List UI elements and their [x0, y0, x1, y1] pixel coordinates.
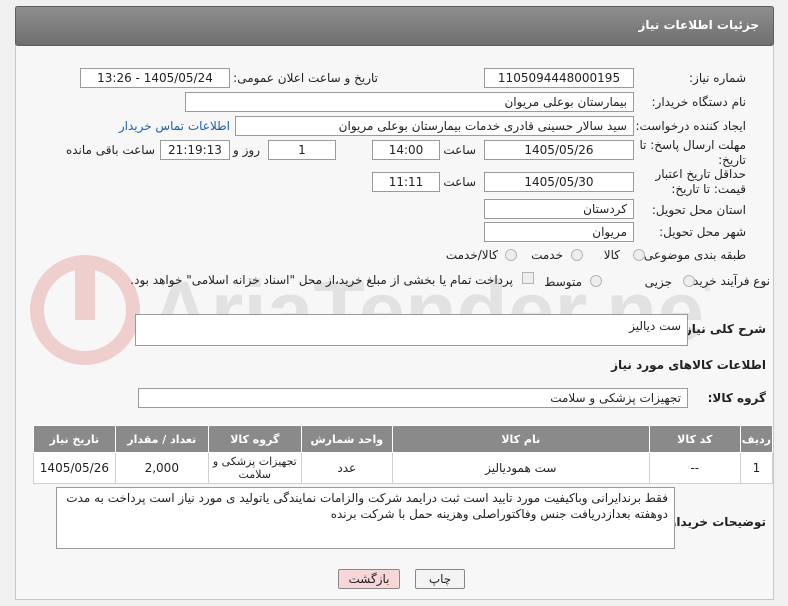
cell-code: --	[648, 452, 741, 484]
reply-deadline-label: مهلت ارسال پاسخ: تا تاریخ:	[639, 138, 746, 167]
category-both-label: کالا/خدمت	[445, 248, 498, 262]
need-number-label: شماره نیاز:	[689, 71, 746, 85]
back-button[interactable]: بازگشت	[338, 569, 400, 589]
goods-group-field: تجهیزات پزشکی و سلامت	[138, 388, 688, 408]
table-header-row: ردیف کد کالا نام کالا واحد شمارش گروه کا…	[33, 425, 774, 453]
col-row: ردیف	[739, 425, 774, 453]
requester-label: ایجاد کننده درخواست:	[635, 119, 746, 133]
goods-info-title: اطلاعات کالاهای مورد نیاز	[611, 358, 766, 372]
category-goods-label: کالا	[603, 248, 620, 262]
process-label: نوع فرآیند خرید :	[685, 274, 770, 288]
treasury-payment-note: پرداخت تمام یا بخشی از مبلغ خرید،از محل …	[130, 273, 513, 287]
cell-row: 1	[739, 452, 774, 484]
buyer-contact-link[interactable]: اطلاعات تماس خریدار	[119, 119, 230, 133]
cell-date: 1405/05/26	[33, 452, 116, 484]
buyer-notes-field: فقط برندایرانی وباکیفیت مورد تایید است ث…	[56, 487, 675, 549]
description-field: ست دیالیز	[135, 314, 688, 346]
page-title: جزئیات اطلاعات نیاز	[638, 18, 759, 32]
announce-label: تاریخ و ساعت اعلان عمومی:	[233, 71, 378, 85]
process-medium-label: متوسط	[544, 275, 582, 289]
col-name: نام کالا	[391, 425, 650, 453]
reply-date-field: 1405/05/26	[484, 140, 634, 160]
category-goods-radio[interactable]	[633, 249, 645, 261]
province-field: کردستان	[484, 199, 634, 219]
price-validity-label: حداقل تاریخ اعتبار قیمت: تا تاریخ:	[655, 167, 746, 196]
remaining-time-field: 21:19:13	[160, 140, 230, 160]
page-header: جزئیات اطلاعات نیاز	[15, 6, 774, 46]
days-label: روز و	[233, 143, 260, 157]
cell-qty: 2,000	[114, 452, 209, 484]
print-button[interactable]: چاپ	[415, 569, 465, 589]
announce-field: 1405/05/24 - 13:26	[80, 68, 230, 88]
days-field: 1	[268, 140, 336, 160]
cell-unit: عدد	[300, 452, 393, 484]
reply-time-field: 14:00	[372, 140, 440, 160]
process-medium-radio[interactable]	[590, 275, 602, 287]
reply-time-label: ساعت	[443, 143, 476, 157]
remaining-label: ساعت باقی مانده	[65, 143, 155, 157]
cell-group: تجهیزات پزشکی و سلامت	[207, 452, 302, 484]
description-label: شرح کلی نیاز:	[680, 322, 766, 336]
process-partial-label: جزیی	[644, 275, 672, 289]
cell-name: ست همودیالیز	[391, 452, 650, 484]
goods-group-label: گروه کالا:	[707, 391, 766, 405]
price-validity-time-label: ساعت	[443, 175, 476, 189]
requester-field: سید سالار حسینی قادری خدمات بیمارستان بو…	[235, 116, 634, 136]
table-row: 1 -- ست همودیالیز عدد تجهیزات پزشکی و سل…	[33, 452, 774, 484]
category-both-radio[interactable]	[505, 249, 517, 261]
treasury-payment-checkbox[interactable]	[522, 272, 534, 284]
category-service-label: خدمت	[531, 248, 563, 262]
buyer-org-label: نام دستگاه خریدار:	[651, 95, 747, 109]
category-label: طبقه بندی موضوعی:	[639, 248, 746, 262]
col-code: کد کالا	[648, 425, 741, 453]
province-label: استان محل تحویل:	[651, 203, 746, 217]
col-date: تاریخ نیاز	[33, 425, 116, 453]
category-service-radio[interactable]	[571, 249, 583, 261]
buyer-org-field: بیمارستان بوعلی مریوان	[185, 92, 634, 112]
price-validity-time-field: 11:11	[372, 172, 440, 192]
col-group: گروه کالا	[207, 425, 302, 453]
city-label: شهر محل تحویل:	[659, 225, 746, 239]
buyer-notes-label: توضیحات خریدار:	[664, 515, 766, 529]
city-field: مریوان	[484, 222, 634, 242]
goods-table: ردیف کد کالا نام کالا واحد شمارش گروه کا…	[33, 425, 774, 484]
price-validity-date-field: 1405/05/30	[484, 172, 634, 192]
process-partial-radio[interactable]	[683, 275, 695, 287]
col-unit: واحد شمارش	[300, 425, 393, 453]
need-number-field: 1105094448000195	[484, 68, 634, 88]
col-qty: تعداد / مقدار	[114, 425, 209, 453]
